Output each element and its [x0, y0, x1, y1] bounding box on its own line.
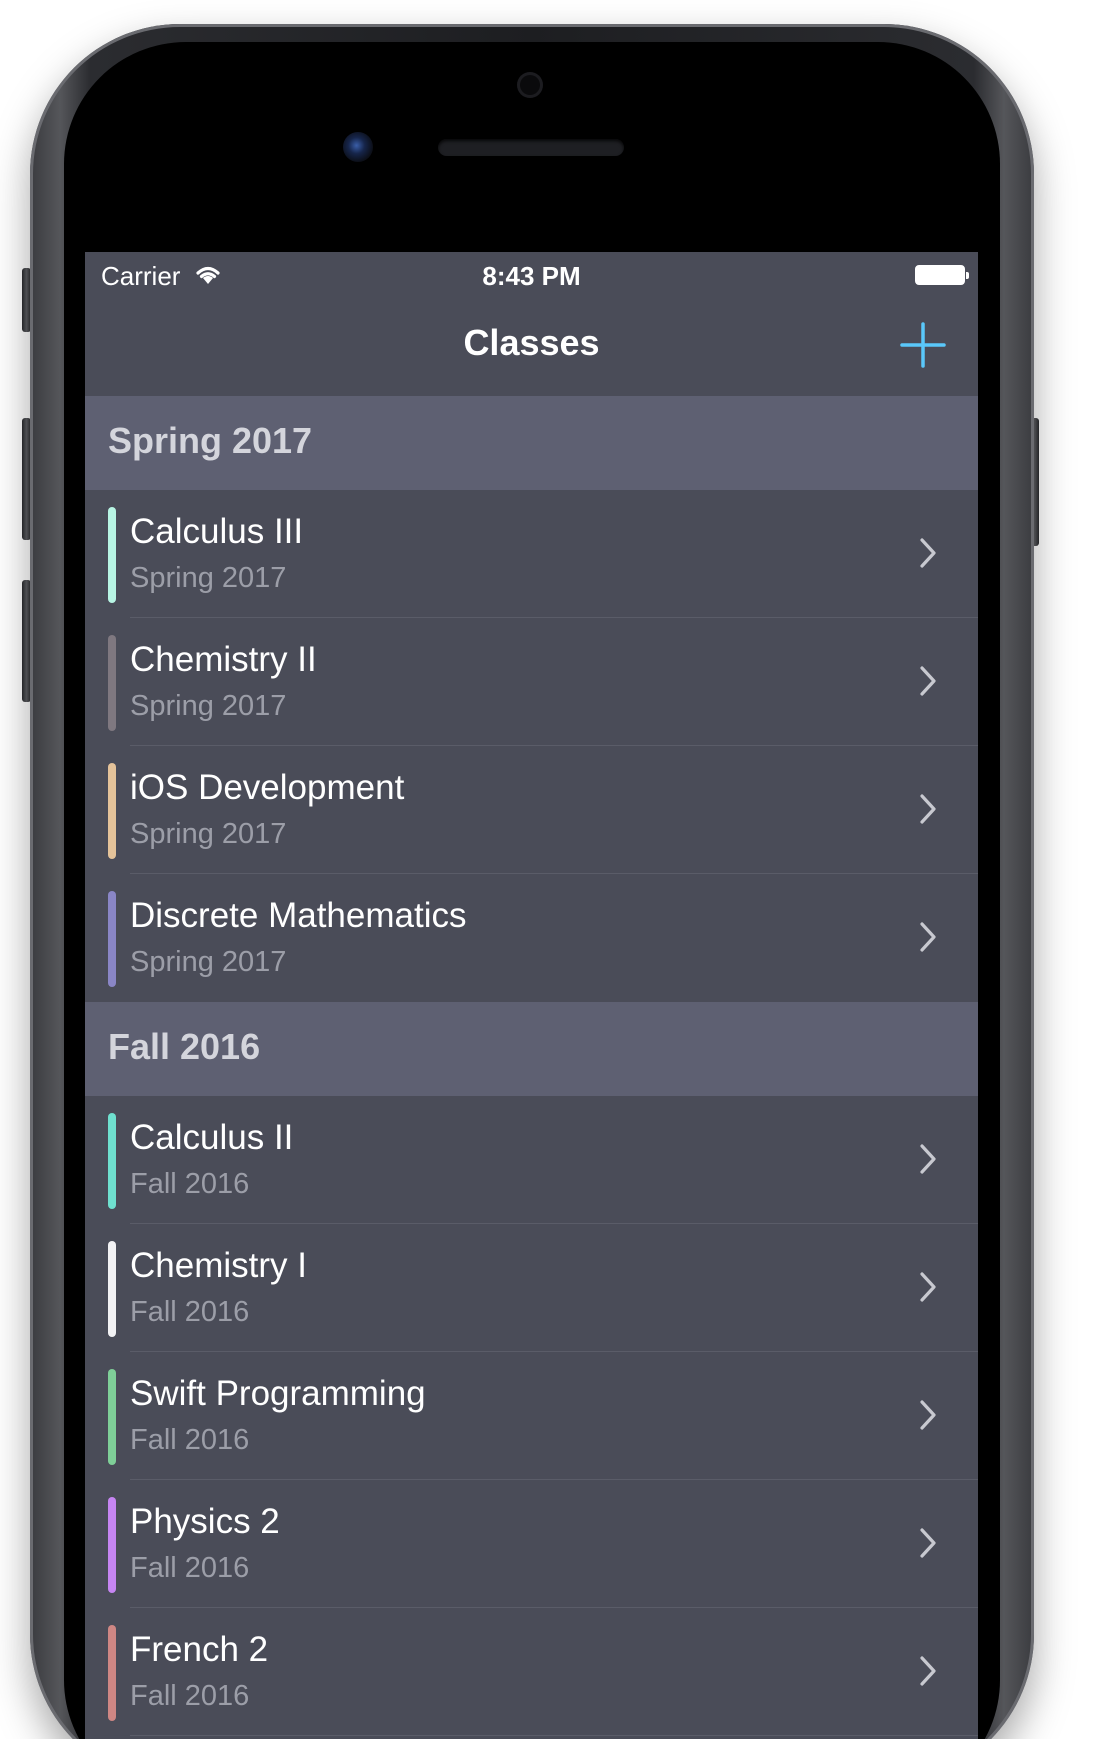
section-title: Spring 2017 — [108, 420, 313, 461]
class-color-indicator — [108, 635, 116, 731]
class-title: French 2 — [130, 1630, 269, 1669]
chevron-right-icon — [920, 922, 936, 952]
classes-list: Spring 2017 Calculus III Spring 2017 Che… — [85, 396, 978, 1736]
section-header: Fall 2016 — [85, 1002, 978, 1096]
class-color-indicator — [108, 763, 116, 859]
class-row[interactable]: French 2 Fall 2016 — [85, 1608, 978, 1736]
class-title: Chemistry I — [130, 1246, 307, 1285]
chevron-right-icon — [920, 1528, 936, 1558]
earpiece-speaker — [438, 139, 624, 156]
class-title: Physics 2 — [130, 1502, 280, 1541]
chevron-right-icon — [920, 794, 936, 824]
class-color-indicator — [108, 1369, 116, 1465]
class-color-indicator — [108, 1113, 116, 1209]
class-term: Fall 2016 — [130, 1424, 250, 1456]
class-row[interactable]: Discrete Mathematics Spring 2017 — [85, 874, 978, 1002]
add-class-button[interactable] — [896, 318, 950, 372]
navigation-bar: Classes — [85, 298, 978, 396]
class-color-indicator — [108, 1625, 116, 1721]
battery-icon — [915, 265, 969, 285]
front-camera — [343, 132, 373, 162]
class-title: Calculus II — [130, 1118, 294, 1157]
class-term: Spring 2017 — [130, 690, 287, 722]
class-title: Swift Programming — [130, 1374, 426, 1413]
status-bar: Carrier 8:43 PM — [85, 252, 978, 298]
class-title: Chemistry II — [130, 640, 317, 679]
class-title: iOS Development — [130, 768, 405, 807]
class-term: Spring 2017 — [130, 818, 287, 850]
class-term: Spring 2017 — [130, 562, 287, 594]
class-color-indicator — [108, 507, 116, 603]
class-title: Discrete Mathematics — [130, 896, 467, 935]
class-term: Fall 2016 — [130, 1296, 250, 1328]
chevron-right-icon — [920, 1144, 936, 1174]
chevron-right-icon — [920, 1400, 936, 1430]
class-term: Spring 2017 — [130, 946, 287, 978]
class-term: Fall 2016 — [130, 1552, 250, 1584]
class-row[interactable]: Swift Programming Fall 2016 — [85, 1352, 978, 1480]
chevron-right-icon — [920, 538, 936, 568]
class-color-indicator — [108, 1497, 116, 1593]
class-term: Fall 2016 — [130, 1168, 250, 1200]
proximity-sensor — [517, 72, 543, 98]
class-row[interactable]: Calculus III Spring 2017 — [85, 490, 978, 618]
class-row[interactable]: Chemistry II Spring 2017 — [85, 618, 978, 746]
device-mockup: Carrier 8:43 PM Classes Spring 2017 Calc… — [0, 0, 1102, 1739]
class-color-indicator — [108, 1241, 116, 1337]
class-title: Calculus III — [130, 512, 304, 551]
section-header: Spring 2017 — [85, 396, 978, 490]
status-time: 8:43 PM — [482, 261, 581, 291]
class-row[interactable]: iOS Development Spring 2017 — [85, 746, 978, 874]
chevron-right-icon — [920, 1656, 936, 1686]
class-term: Fall 2016 — [130, 1680, 250, 1712]
chevron-right-icon — [920, 1272, 936, 1302]
class-row[interactable]: Calculus II Fall 2016 — [85, 1096, 978, 1224]
app-screen: Carrier 8:43 PM Classes Spring 2017 Calc… — [85, 252, 978, 1739]
chevron-right-icon — [920, 666, 936, 696]
class-row[interactable]: Physics 2 Fall 2016 — [85, 1480, 978, 1608]
plus-icon — [900, 322, 946, 368]
class-color-indicator — [108, 891, 116, 987]
page-title: Classes — [463, 322, 600, 363]
class-row[interactable]: Chemistry I Fall 2016 — [85, 1224, 978, 1352]
section-title: Fall 2016 — [108, 1026, 261, 1067]
